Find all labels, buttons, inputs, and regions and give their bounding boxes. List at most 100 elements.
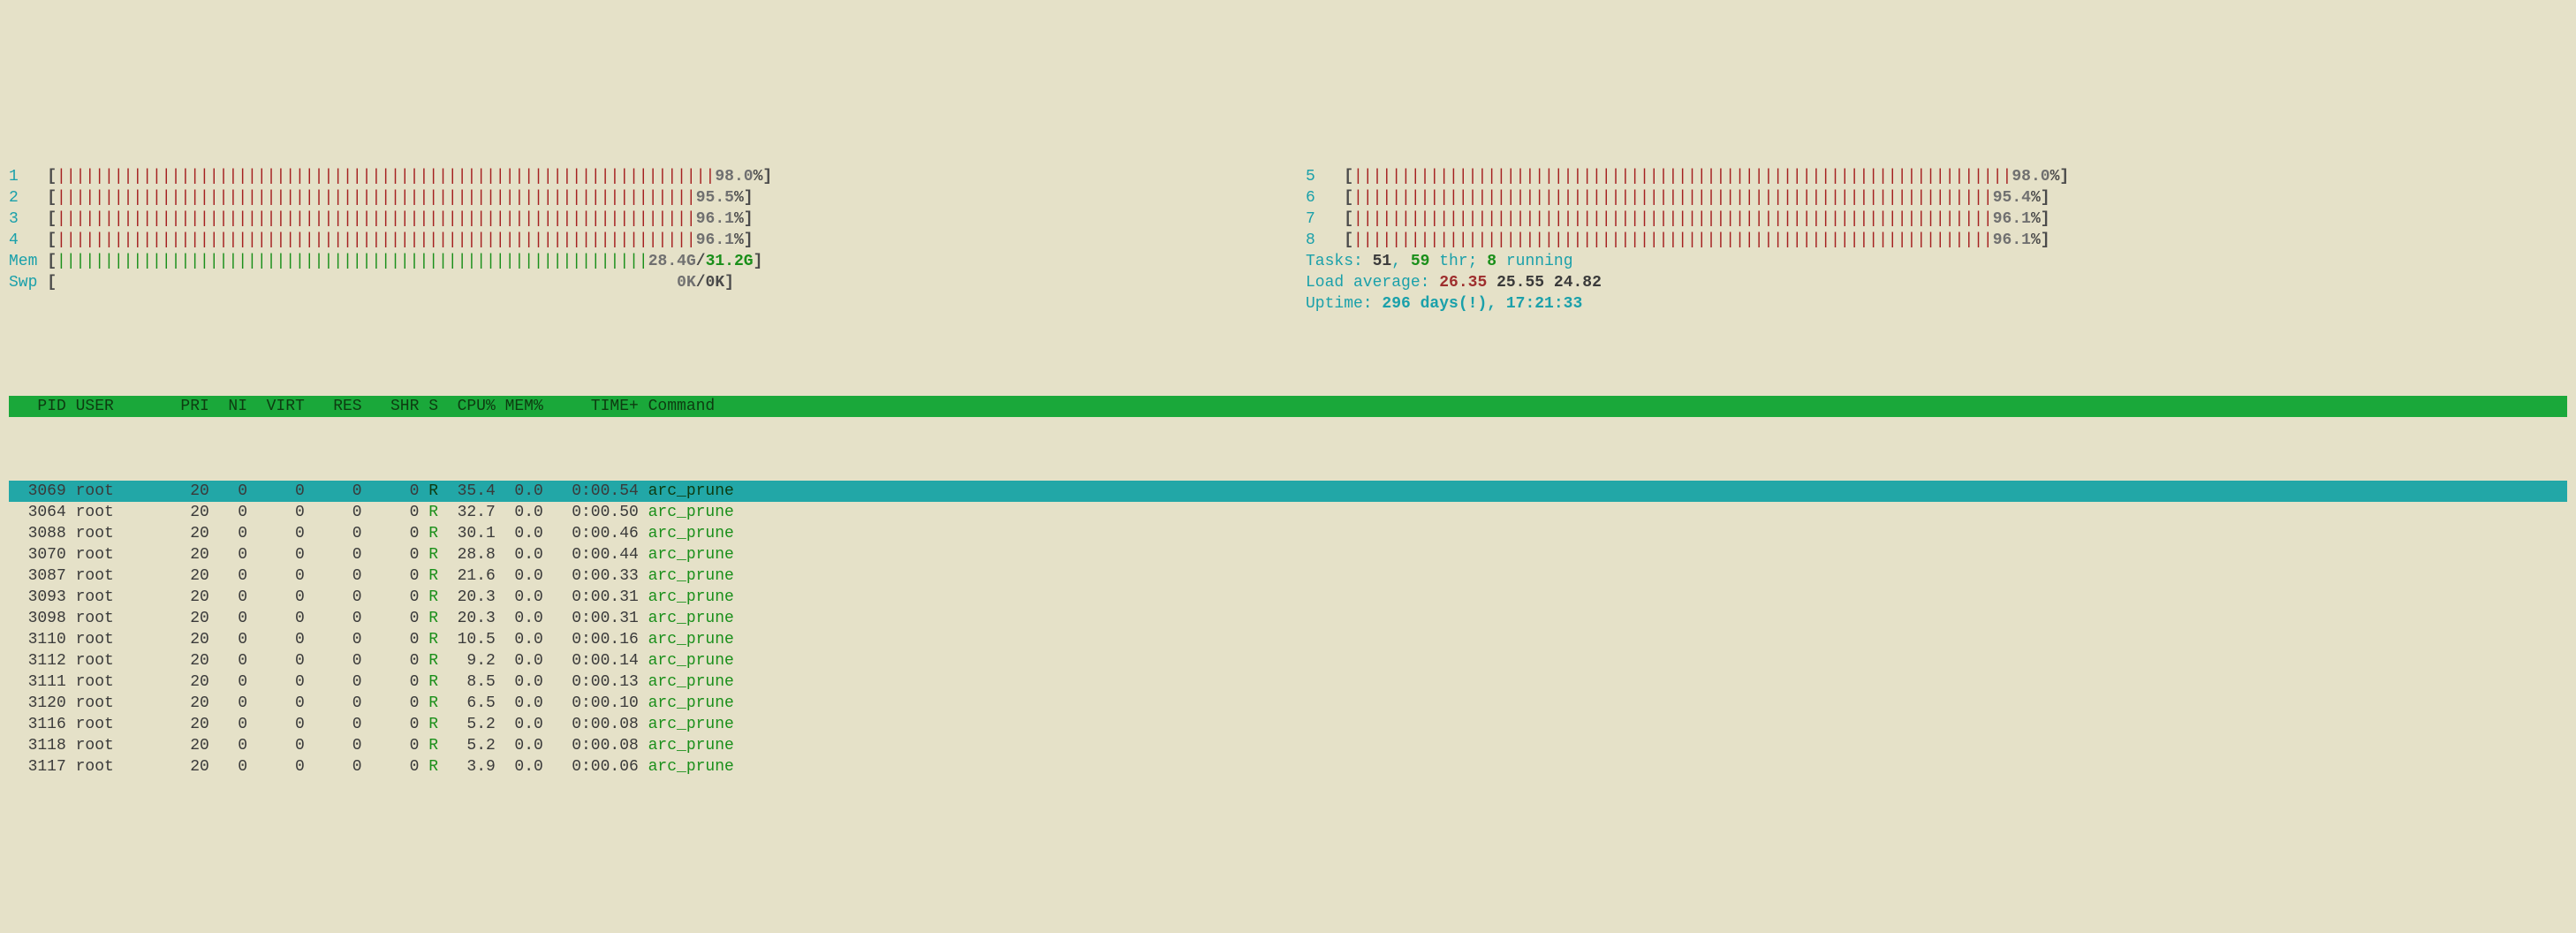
cell-cpu: 21.6 [438,565,496,587]
cell-mem: 0.0 [496,481,543,502]
cpu-meter-bars: ||||||||||||||||||||||||||||||||||||||||… [57,209,696,230]
col-pid[interactable]: PID [9,396,66,417]
cell-pid: 3110 [9,629,66,650]
process-row[interactable]: 3110root200000R10.50.00:00.16arc_prune [9,629,2567,650]
cell-virt: 0 [247,714,305,735]
cpu-meter-bars: ||||||||||||||||||||||||||||||||||||||||… [1353,187,1993,209]
col-res[interactable]: RES [305,396,362,417]
cell-ni: 0 [209,523,247,544]
cell-mem: 0.0 [496,565,543,587]
process-row[interactable]: 3111root200000R8.50.00:00.13arc_prune [9,671,2567,693]
cpu-meter-3: 3[||||||||||||||||||||||||||||||||||||||… [9,209,1270,230]
cell-user: root [66,650,171,671]
cpu-meter-value: 98.0% [2012,166,2059,187]
process-row[interactable]: 3064root200000R32.70.00:00.50arc_prune [9,502,2567,523]
cell-state: R [419,629,438,650]
cell-user: root [66,608,171,629]
cpu-meter-value: 95.5% [696,187,744,209]
process-row[interactable]: 3069root200000R35.40.00:00.54arc_prune [9,481,2567,502]
cell-command: arc_prune [639,650,734,671]
cell-shr: 0 [362,523,420,544]
cpu-meter-bars: ||||||||||||||||||||||||||||||||||||||||… [1353,209,1993,230]
cell-command: arc_prune [639,502,734,523]
process-row[interactable]: 3070root200000R28.80.00:00.44arc_prune [9,544,2567,565]
cell-res: 0 [305,565,362,587]
process-row[interactable]: 3087root200000R21.60.00:00.33arc_prune [9,565,2567,587]
cpu-meter-7: 7[||||||||||||||||||||||||||||||||||||||… [1306,209,2567,230]
cell-time: 0:00.10 [543,693,639,714]
meter-bracket-close: ] [754,251,763,272]
col-time[interactable]: TIME+ [543,396,639,417]
process-row[interactable]: 3088root200000R30.10.00:00.46arc_prune [9,523,2567,544]
cpu-meter-8: 8[||||||||||||||||||||||||||||||||||||||… [1306,230,2567,251]
process-row[interactable]: 3098root200000R20.30.00:00.31arc_prune [9,608,2567,629]
cell-virt: 0 [247,735,305,756]
cell-virt: 0 [247,693,305,714]
process-row[interactable]: 3116root200000R5.20.00:00.08arc_prune [9,714,2567,735]
cell-virt: 0 [247,650,305,671]
process-row[interactable]: 3112root200000R9.20.00:00.14arc_prune [9,650,2567,671]
meter-bracket-close: ] [2041,209,2050,230]
cell-user: root [66,735,171,756]
running-count: 8 [1487,253,1496,270]
cell-pri: 20 [171,544,209,565]
cell-virt: 0 [247,565,305,587]
cell-pri: 20 [171,502,209,523]
cell-shr: 0 [362,671,420,693]
cell-mem: 0.0 [496,671,543,693]
col-pri[interactable]: PRI [171,396,209,417]
cell-command: arc_prune [639,671,734,693]
col-state[interactable]: S [419,396,438,417]
process-table-header[interactable]: PIDUSERPRINIVIRTRESSHRSCPU%MEM%TIME+Comm… [9,396,2567,417]
cell-time: 0:00.14 [543,650,639,671]
cell-pri: 20 [171,693,209,714]
col-user[interactable]: USER [66,396,171,417]
cell-state: R [419,587,438,608]
memory-meter-value: 28.4G/31.2G [648,251,754,272]
meter-bracket-close: ] [2041,187,2050,209]
col-shr[interactable]: SHR [362,396,420,417]
cell-virt: 0 [247,587,305,608]
process-row[interactable]: 3093root200000R20.30.00:00.31arc_prune [9,587,2567,608]
cell-ni: 0 [209,671,247,693]
meter-bracket-close: ] [744,209,754,230]
cell-ni: 0 [209,544,247,565]
cell-user: root [66,629,171,650]
col-virt[interactable]: VIRT [247,396,305,417]
cell-time: 0:00.33 [543,565,639,587]
cell-ni: 0 [209,481,247,502]
cell-state: R [419,714,438,735]
cell-mem: 0.0 [496,756,543,778]
cell-command: arc_prune [639,565,734,587]
process-row[interactable]: 3118root200000R5.20.00:00.08arc_prune [9,735,2567,756]
cell-pri: 20 [171,671,209,693]
cell-res: 0 [305,735,362,756]
col-command[interactable]: Command [639,396,715,417]
cell-shr: 0 [362,714,420,735]
cell-time: 0:00.08 [543,714,639,735]
cell-time: 0:00.31 [543,608,639,629]
cpu-meter-bars: ||||||||||||||||||||||||||||||||||||||||… [57,230,696,251]
col-ni[interactable]: NI [209,396,247,417]
col-mem[interactable]: MEM% [496,396,543,417]
cell-virt: 0 [247,608,305,629]
cpu-meter-label: 8 [1306,230,1344,251]
cell-shr: 0 [362,693,420,714]
cell-mem: 0.0 [496,587,543,608]
cell-cpu: 30.1 [438,523,496,544]
process-table-body[interactable]: 3069root200000R35.40.00:00.54arc_prune30… [9,481,2567,778]
col-cpu[interactable]: CPU% [438,396,496,417]
cell-pri: 20 [171,481,209,502]
cell-ni: 0 [209,735,247,756]
cell-command: arc_prune [639,608,734,629]
cell-pid: 3064 [9,502,66,523]
process-row[interactable]: 3120root200000R6.50.00:00.10arc_prune [9,693,2567,714]
cpu-meter-bars: ||||||||||||||||||||||||||||||||||||||||… [57,166,715,187]
cell-cpu: 20.3 [438,608,496,629]
cell-ni: 0 [209,714,247,735]
meter-bracket-open: [ [1344,166,1353,187]
process-row[interactable]: 3117root200000R3.90.00:00.06arc_prune [9,756,2567,778]
cell-state: R [419,671,438,693]
load-5min: 25.55 [1496,274,1544,292]
cpu-meter-label: 4 [9,230,47,251]
